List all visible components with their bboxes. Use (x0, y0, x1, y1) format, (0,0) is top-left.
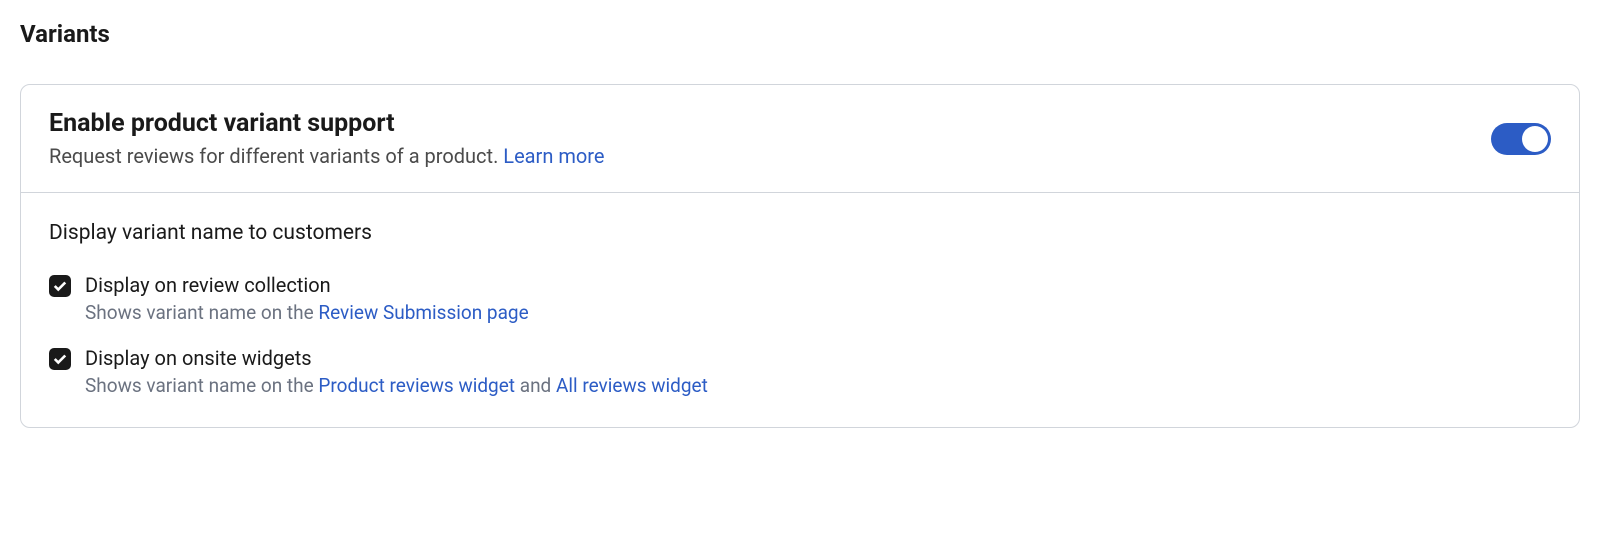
check-icon (53, 352, 67, 366)
checkbox-item-onsite-widgets: Display on onsite widgets Shows variant … (49, 346, 1551, 397)
header-text: Enable product variant support Request r… (49, 109, 1491, 168)
desc-text: Request reviews for different variants o… (49, 144, 503, 168)
card-body: Display variant name to customers Displa… (21, 193, 1579, 427)
card-header: Enable product variant support Request r… (21, 85, 1579, 193)
checkbox-content: Display on review collection Shows varia… (85, 273, 1551, 324)
variants-card: Enable product variant support Request r… (20, 84, 1580, 428)
enable-variant-toggle[interactable] (1491, 123, 1551, 155)
desc-mid: and (515, 374, 556, 397)
all-reviews-widget-link[interactable]: All reviews widget (556, 374, 708, 397)
checkbox-desc: Shows variant name on the Review Submiss… (85, 301, 1551, 324)
checkbox-onsite-widgets[interactable] (49, 348, 71, 370)
checkbox-content: Display on onsite widgets Shows variant … (85, 346, 1551, 397)
learn-more-link[interactable]: Learn more (503, 144, 604, 168)
product-reviews-widget-link[interactable]: Product reviews widget (318, 374, 515, 397)
desc-prefix: Shows variant name on the (85, 301, 318, 324)
page-title: Variants (20, 20, 1580, 48)
enable-variant-desc: Request reviews for different variants o… (49, 144, 1491, 168)
checkbox-label: Display on review collection (85, 273, 1551, 297)
check-icon (53, 279, 67, 293)
review-submission-page-link[interactable]: Review Submission page (318, 301, 528, 324)
checkbox-review-collection[interactable] (49, 275, 71, 297)
desc-prefix: Shows variant name on the (85, 374, 318, 397)
checkbox-item-review-collection: Display on review collection Shows varia… (49, 273, 1551, 324)
checkbox-label: Display on onsite widgets (85, 346, 1551, 370)
checkbox-desc: Shows variant name on the Product review… (85, 374, 1551, 397)
enable-variant-title: Enable product variant support (49, 109, 1491, 138)
display-variant-subtitle: Display variant name to customers (49, 221, 1551, 245)
